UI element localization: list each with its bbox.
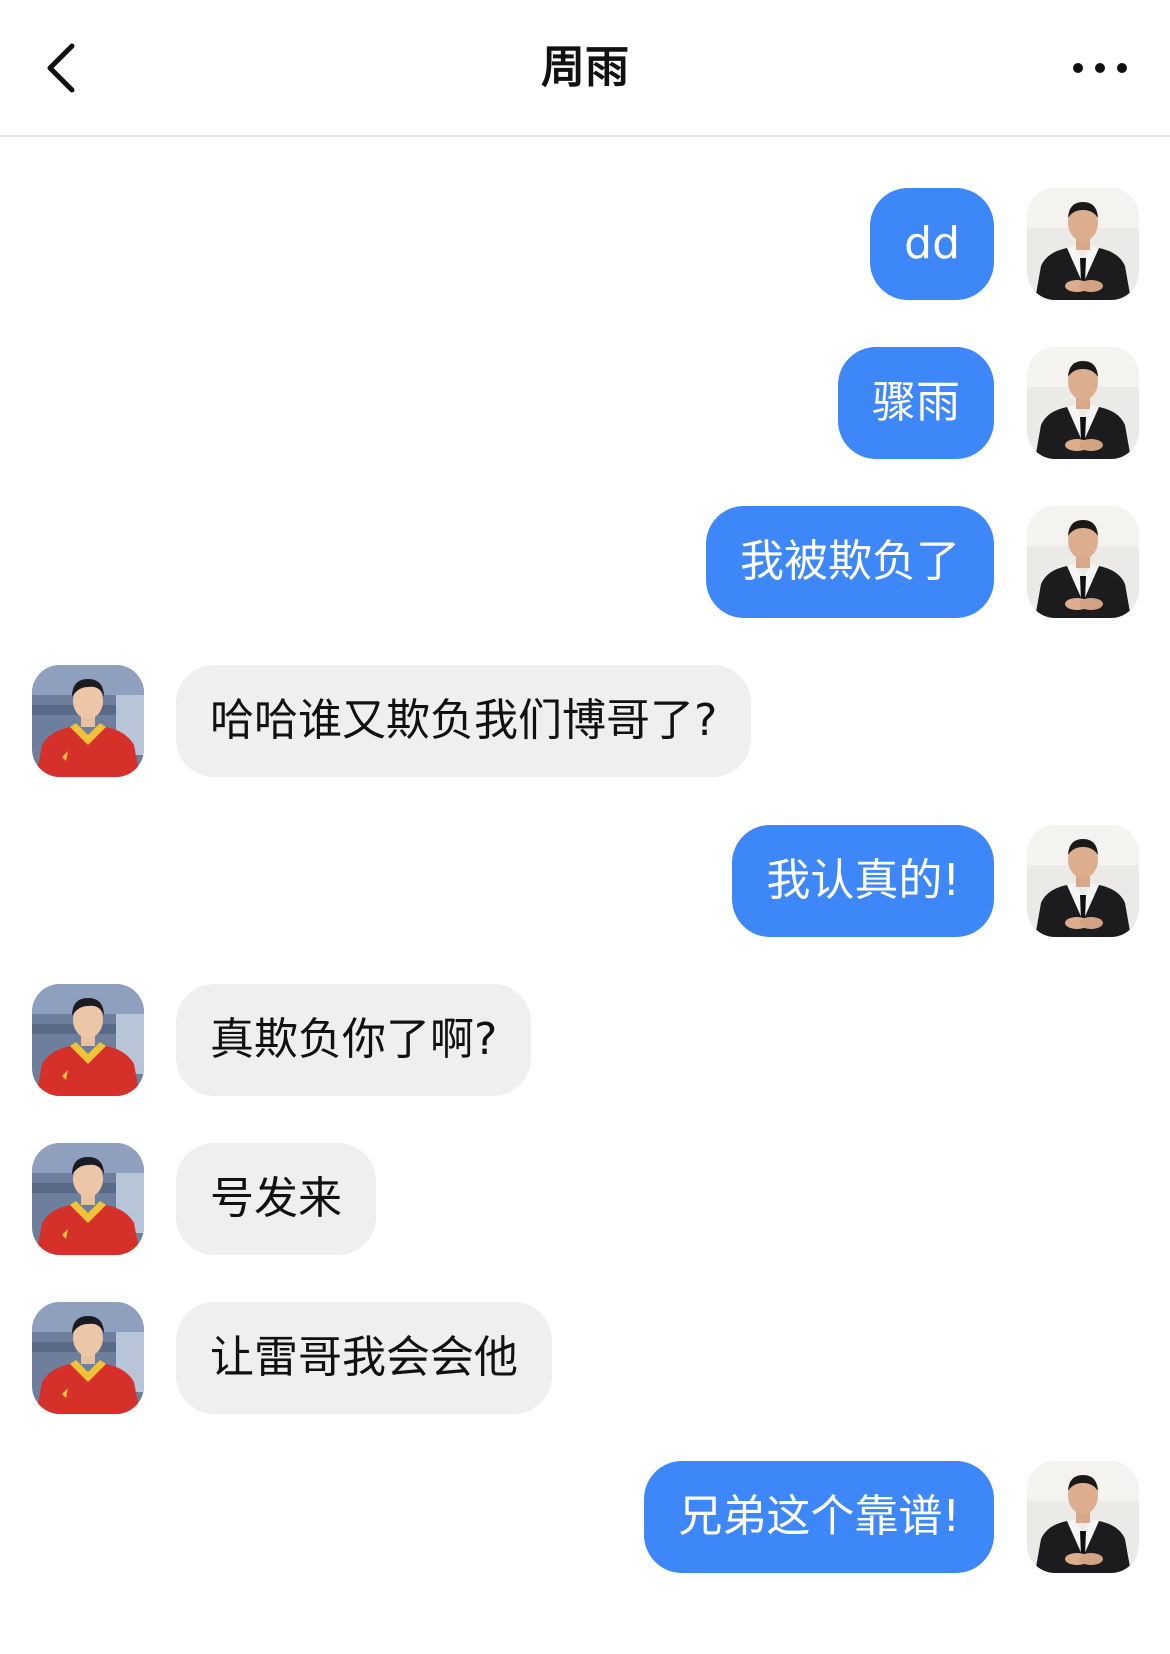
my-avatar[interactable] <box>1027 188 1139 300</box>
message-row: 骤雨 <box>0 347 1170 459</box>
message-row: 我认真的! <box>0 825 1170 937</box>
message-row: 真欺负你了啊? <box>0 984 1170 1096</box>
contact-avatar[interactable] <box>32 984 144 1096</box>
message-bubble[interactable]: 兄弟这个靠谱! <box>644 1461 994 1573</box>
message-row: dd <box>0 188 1170 300</box>
contact-avatar[interactable] <box>32 665 144 777</box>
page-title: 周雨 <box>541 42 629 93</box>
message-bubble[interactable]: 我被欺负了 <box>706 506 994 618</box>
message-row: 号发来 <box>0 1143 1170 1255</box>
message-bubble[interactable]: 号发来 <box>176 1143 376 1255</box>
chat-header: 周雨 <box>0 0 1170 137</box>
more-horizontal-icon <box>1073 63 1127 73</box>
message-bubble[interactable]: 哈哈谁又欺负我们博哥了? <box>176 665 752 777</box>
message-bubble[interactable]: 骤雨 <box>838 347 994 459</box>
message-bubble[interactable]: 让雷哥我会会他 <box>176 1302 552 1414</box>
message-bubble[interactable]: dd <box>870 188 994 300</box>
message-list: dd 骤雨 我被欺负了 哈哈谁又欺负我们博哥了? 我认真的! 真欺负你了啊? 号… <box>0 137 1170 1654</box>
contact-avatar[interactable] <box>32 1302 144 1414</box>
message-row: 让雷哥我会会他 <box>0 1302 1170 1414</box>
my-avatar[interactable] <box>1027 825 1139 937</box>
message-bubble[interactable]: 我认真的! <box>732 825 994 937</box>
more-button[interactable] <box>1050 38 1150 98</box>
message-row: 哈哈谁又欺负我们博哥了? <box>0 665 1170 777</box>
my-avatar[interactable] <box>1027 506 1139 618</box>
message-row: 我被欺负了 <box>0 506 1170 618</box>
my-avatar[interactable] <box>1027 1461 1139 1573</box>
message-row: 兄弟这个靠谱! <box>0 1461 1170 1573</box>
my-avatar[interactable] <box>1027 347 1139 459</box>
message-bubble[interactable]: 真欺负你了啊? <box>176 984 532 1096</box>
contact-avatar[interactable] <box>32 1143 144 1255</box>
